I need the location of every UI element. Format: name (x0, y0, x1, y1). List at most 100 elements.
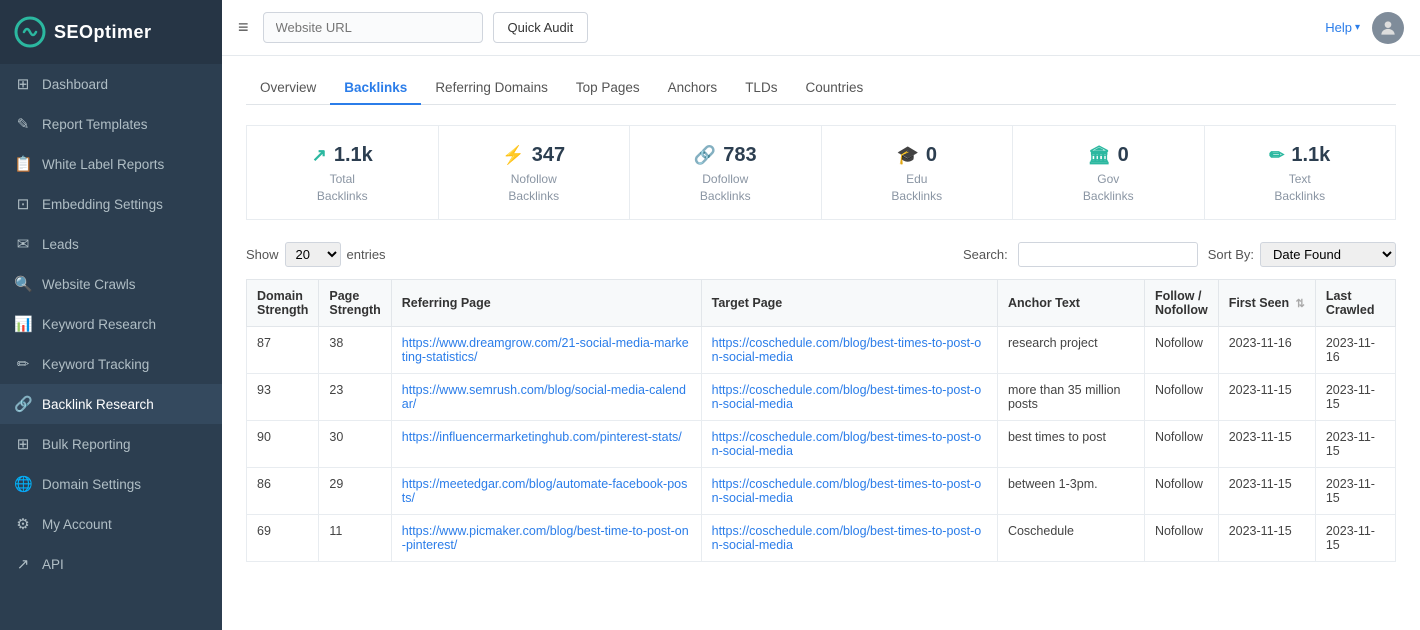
col-anchor-text: Anchor Text (997, 279, 1144, 326)
sidebar-label-backlink-research: Backlink Research (42, 397, 154, 412)
sidebar-label-my-account: My Account (42, 517, 112, 532)
sidebar-item-website-crawls[interactable]: 🔍 Website Crawls (0, 264, 222, 304)
sort-by-control: Sort By: Date Found Domain Strength Page… (1208, 242, 1396, 267)
sidebar-item-report-templates[interactable]: ✎ Report Templates (0, 104, 222, 144)
col-referring-page: Referring Page (391, 279, 701, 326)
sidebar-item-white-label-reports[interactable]: 📋 White Label Reports (0, 144, 222, 184)
sidebar-item-backlink-research[interactable]: 🔗 Backlink Research (0, 384, 222, 424)
referring-page-link[interactable]: https://www.semrush.com/blog/social-medi… (402, 383, 686, 411)
tab-countries[interactable]: Countries (791, 72, 877, 105)
help-button[interactable]: Help ▾ (1325, 20, 1360, 35)
target-page-link[interactable]: https://coschedule.com/blog/best-times-t… (712, 383, 982, 411)
stats-row: ↗ 1.1k TotalBacklinks ⚡ 347 NofollowBack… (246, 125, 1396, 220)
sidebar-item-keyword-research[interactable]: 📊 Keyword Research (0, 304, 222, 344)
table-row: 87 38 https://www.dreamgrow.com/21-socia… (247, 326, 1396, 373)
cell-last-crawled: 2023-11-15 (1315, 467, 1395, 514)
sidebar: SEOptimer ⊞ Dashboard ✎ Report Templates… (0, 0, 222, 630)
sidebar-item-dashboard[interactable]: ⊞ Dashboard (0, 64, 222, 104)
cell-referring-page: https://www.picmaker.com/blog/best-time-… (391, 514, 701, 561)
sidebar-item-api[interactable]: ↗ API (0, 544, 222, 584)
sidebar-logo[interactable]: SEOptimer (0, 0, 222, 64)
cell-page-strength: 30 (319, 420, 391, 467)
target-page-link[interactable]: https://coschedule.com/blog/best-times-t… (712, 477, 982, 505)
tabs: Overview Backlinks Referring Domains Top… (246, 72, 1396, 105)
cell-first-seen: 2023-11-16 (1218, 326, 1315, 373)
referring-page-link[interactable]: https://influencermarketinghub.com/pinte… (402, 430, 682, 444)
tab-overview[interactable]: Overview (246, 72, 330, 105)
backlink-research-icon: 🔗 (14, 395, 32, 413)
sidebar-label-report-templates: Report Templates (42, 117, 148, 132)
text-backlinks-label: TextBacklinks (1215, 171, 1386, 205)
total-backlinks-icon: ↗ (312, 145, 327, 166)
white-label-icon: 📋 (14, 155, 32, 173)
first-seen-sort-icon[interactable]: ⇅ (1296, 298, 1305, 310)
sidebar-label-bulk-reporting: Bulk Reporting (42, 437, 131, 452)
cell-target-page: https://coschedule.com/blog/best-times-t… (701, 467, 997, 514)
sidebar-label-dashboard: Dashboard (42, 77, 108, 92)
cell-target-page: https://coschedule.com/blog/best-times-t… (701, 326, 997, 373)
website-url-input[interactable] (263, 12, 483, 43)
referring-page-link[interactable]: https://www.dreamgrow.com/21-social-medi… (402, 336, 689, 364)
tab-tlds[interactable]: TLDs (731, 72, 791, 105)
table-row: 69 11 https://www.picmaker.com/blog/best… (247, 514, 1396, 561)
cell-page-strength: 11 (319, 514, 391, 561)
edu-icon: 🎓 (896, 145, 918, 166)
tab-backlinks[interactable]: Backlinks (330, 72, 421, 105)
cell-target-page: https://coschedule.com/blog/best-times-t… (701, 373, 997, 420)
sidebar-item-embedding-settings[interactable]: ⊡ Embedding Settings (0, 184, 222, 224)
tab-referring-domains[interactable]: Referring Domains (421, 72, 562, 105)
show-entries-control: Show 10 20 50 100 entries (246, 242, 386, 267)
hamburger-menu[interactable]: ≡ (238, 17, 249, 38)
topbar-right: Help ▾ (1325, 12, 1404, 44)
cell-follow: Nofollow (1144, 420, 1218, 467)
cell-follow: Nofollow (1144, 467, 1218, 514)
cell-first-seen: 2023-11-15 (1218, 420, 1315, 467)
referring-page-link[interactable]: https://meetedgar.com/blog/automate-face… (402, 477, 688, 505)
cell-target-page: https://coschedule.com/blog/best-times-t… (701, 420, 997, 467)
tab-top-pages[interactable]: Top Pages (562, 72, 654, 105)
quick-audit-button[interactable]: Quick Audit (493, 12, 589, 43)
cell-first-seen: 2023-11-15 (1218, 467, 1315, 514)
sidebar-item-bulk-reporting[interactable]: ⊞ Bulk Reporting (0, 424, 222, 464)
target-page-link[interactable]: https://coschedule.com/blog/best-times-t… (712, 430, 982, 458)
sidebar-label-website-crawls: Website Crawls (42, 277, 136, 292)
target-page-link[interactable]: https://coschedule.com/blog/best-times-t… (712, 524, 982, 552)
stat-text-backlinks: ✏ 1.1k TextBacklinks (1204, 125, 1397, 220)
cell-referring-page: https://www.dreamgrow.com/21-social-medi… (391, 326, 701, 373)
cell-domain-strength: 90 (247, 420, 319, 467)
sidebar-item-keyword-tracking[interactable]: ✏ Keyword Tracking (0, 344, 222, 384)
target-page-link[interactable]: https://coschedule.com/blog/best-times-t… (712, 336, 982, 364)
sidebar-item-leads[interactable]: ✉ Leads (0, 224, 222, 264)
sidebar-label-domain-settings: Domain Settings (42, 477, 141, 492)
cell-anchor-text: more than 35 million posts (997, 373, 1144, 420)
tab-anchors[interactable]: Anchors (654, 72, 732, 105)
total-backlinks-label: TotalBacklinks (257, 171, 428, 205)
my-account-icon: ⚙ (14, 515, 32, 533)
report-templates-icon: ✎ (14, 115, 32, 133)
page-content: Overview Backlinks Referring Domains Top… (222, 56, 1420, 630)
user-avatar[interactable] (1372, 12, 1404, 44)
col-domain-strength: DomainStrength (247, 279, 319, 326)
sidebar-item-domain-settings[interactable]: 🌐 Domain Settings (0, 464, 222, 504)
cell-page-strength: 38 (319, 326, 391, 373)
dofollow-icon: 🔗 (694, 145, 716, 166)
cell-follow: Nofollow (1144, 326, 1218, 373)
cell-last-crawled: 2023-11-16 (1315, 326, 1395, 373)
keyword-research-icon: 📊 (14, 315, 32, 333)
sidebar-item-my-account[interactable]: ⚙ My Account (0, 504, 222, 544)
stat-gov-backlinks: 🏛 0 GovBacklinks (1012, 125, 1204, 220)
referring-page-link[interactable]: https://www.picmaker.com/blog/best-time-… (402, 524, 689, 552)
nofollow-icon: ⚡ (502, 145, 524, 166)
cell-first-seen: 2023-11-15 (1218, 373, 1315, 420)
edu-label: EduBacklinks (832, 171, 1003, 205)
sidebar-label-api: API (42, 557, 64, 572)
gov-icon: 🏛 (1088, 145, 1111, 166)
col-target-page: Target Page (701, 279, 997, 326)
sort-select[interactable]: Date Found Domain Strength Page Strength (1260, 242, 1396, 267)
entries-select[interactable]: 10 20 50 100 (285, 242, 341, 267)
table-controls: Show 10 20 50 100 entries Search: Sort B… (246, 242, 1396, 267)
sidebar-label-white-label: White Label Reports (42, 157, 164, 172)
cell-domain-strength: 87 (247, 326, 319, 373)
help-chevron-icon: ▾ (1355, 22, 1360, 33)
table-search-input[interactable] (1018, 242, 1198, 267)
